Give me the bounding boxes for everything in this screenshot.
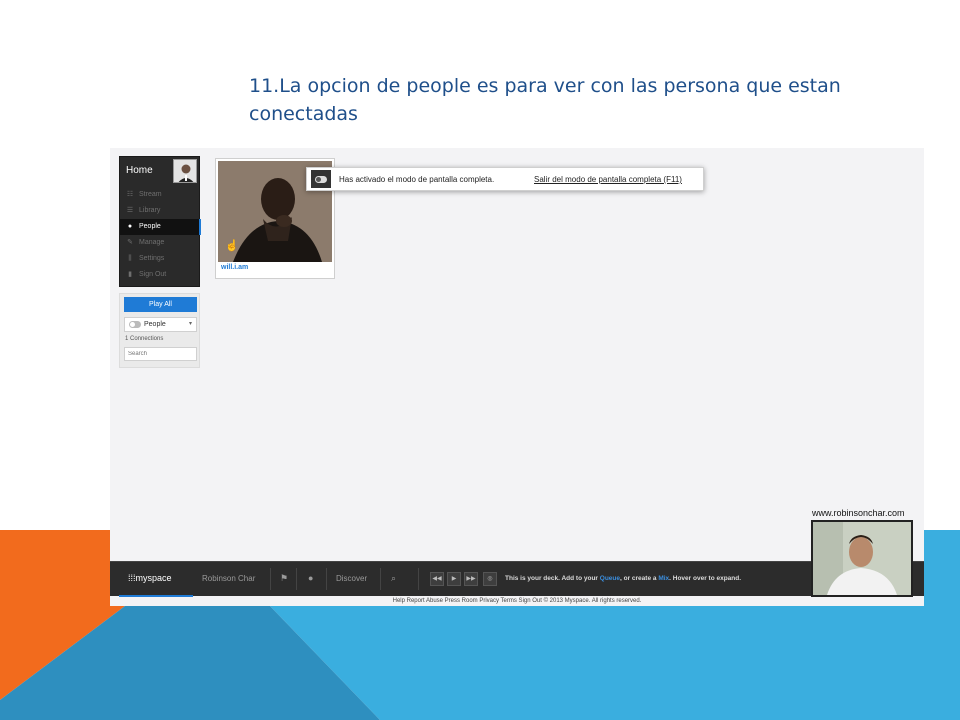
discover-link[interactable]: Discover (336, 574, 367, 583)
sidebar-item-label: Sign Out (139, 271, 167, 278)
toggle-icon (129, 321, 141, 328)
sidebar-item-manage[interactable]: ✎ Manage (120, 235, 201, 251)
next-icon[interactable]: ▶▶ (464, 572, 478, 586)
sidebar-nav: Home ☷ Stream ☰ Library ● People ✎ Manag… (119, 156, 201, 287)
fullscreen-notice: Has activado el modo de pantalla complet… (306, 167, 704, 191)
deck-message-suffix: . Hover over to expand. (669, 575, 742, 582)
footer-links[interactable]: Help Report Abuse Press Room Privacy Ter… (110, 598, 924, 604)
divider (296, 568, 297, 590)
connect-icon[interactable]: ◎ (483, 572, 497, 586)
webcam-video (811, 520, 913, 597)
search-input[interactable] (124, 347, 197, 361)
stream-icon: ☷ (126, 191, 134, 198)
slide-title: 11.La opcion de people es para ver con l… (249, 75, 841, 125)
wrench-icon: ✎ (127, 239, 133, 246)
search-icon[interactable]: ⌕ (391, 573, 396, 584)
nav-list: ☷ Stream ☰ Library ● People ✎ Manage ⫼ S… (120, 187, 201, 283)
deck-user-name[interactable]: Robinson Char (202, 574, 255, 583)
door-icon: ▮ (128, 271, 132, 278)
artist-name-link[interactable]: will.i.am (221, 264, 248, 271)
people-select-label: People (144, 321, 166, 328)
nav-home-label[interactable]: Home (126, 165, 153, 176)
sidebar-item-label: Library (139, 207, 161, 214)
avatar[interactable] (173, 159, 197, 183)
chat-icon[interactable]: ● (308, 573, 313, 583)
divider (326, 568, 327, 590)
sidebar-item-people[interactable]: ● People (120, 219, 201, 235)
person-icon: ● (127, 223, 133, 230)
sliders-icon: ⫼ (128, 255, 132, 262)
connections-count: 1 Connections (125, 336, 164, 342)
myspace-logo[interactable]: ⁞⁞⁞myspace (119, 562, 193, 597)
fullscreen-message: Has activado el modo de pantalla complet… (339, 175, 495, 184)
sidebar-item-label: Stream (139, 191, 162, 198)
sidebar-item-settings[interactable]: ⫼ Settings (120, 251, 201, 267)
hand-cursor-icon: ☝ (225, 240, 239, 252)
sidebar-item-sign-out[interactable]: ▮ Sign Out (120, 267, 201, 283)
chevron-down-icon: ▾ (188, 321, 192, 327)
logo-grid-icon: ⁞⁞⁞ (128, 573, 136, 583)
divider (380, 568, 381, 590)
library-icon: ☰ (126, 207, 134, 214)
myspace-screenshot: Home ☷ Stream ☰ Library ● People ✎ Manag… (110, 148, 924, 606)
logo-text: myspace (135, 573, 172, 583)
flag-icon[interactable]: ⚑ (280, 573, 288, 584)
toggle-icon (315, 175, 327, 183)
sidebar-item-library[interactable]: ☰ Library (120, 203, 201, 219)
bottom-deck: ⁞⁞⁞myspace Robinson Char ⚑ ● Discover ⌕ … (110, 561, 924, 597)
sidebar-item-stream[interactable]: ☷ Stream (120, 187, 201, 203)
connections-panel: Play All People ▾ 1 Connections (119, 293, 200, 368)
divider (270, 568, 271, 590)
avatar-person-icon (174, 160, 196, 182)
deck-message-middle: , or create a (620, 575, 657, 582)
presenter-video-image (813, 522, 911, 595)
divider (418, 568, 419, 590)
deck-message: This is your deck. Add to your Queue, or… (505, 575, 741, 582)
exit-fullscreen-link[interactable]: Salir del modo de pantalla completa (F11… (534, 175, 682, 184)
play-icon[interactable]: ▶ (447, 572, 461, 586)
play-all-button[interactable]: Play All (124, 297, 197, 312)
queue-link[interactable]: Queue (600, 575, 620, 582)
webcam-url-label: www.robinsonchar.com (812, 508, 905, 518)
sidebar-item-label: Manage (139, 239, 165, 246)
previous-icon[interactable]: ◀◀ (430, 572, 444, 586)
sidebar-item-label: People (139, 223, 161, 230)
deck-message-prefix: This is your deck. Add to your (505, 575, 598, 582)
fullscreen-toggle-button[interactable] (311, 170, 331, 188)
sidebar-item-label: Settings (139, 255, 165, 262)
people-select[interactable]: People ▾ (124, 317, 197, 332)
mix-link[interactable]: Mix (658, 575, 669, 582)
